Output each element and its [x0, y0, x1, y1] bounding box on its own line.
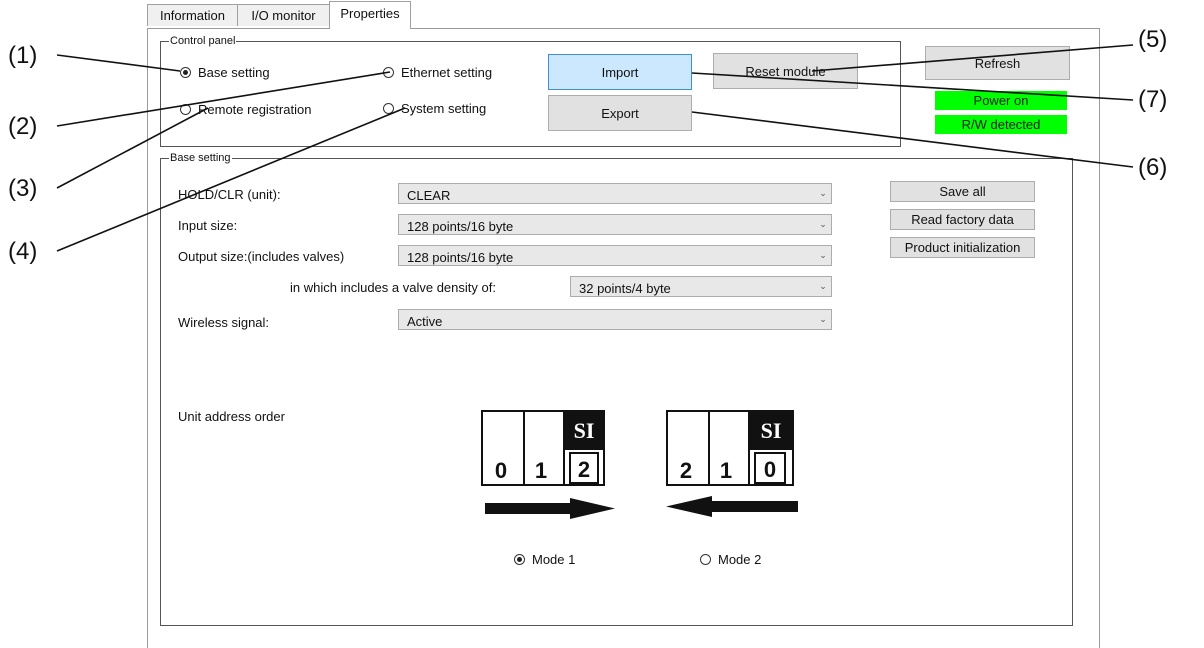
- callout-3: (3): [8, 175, 38, 202]
- callout-leader-lines: [56, 44, 1134, 252]
- callout-1: (1): [8, 42, 38, 69]
- callout-5: (5): [1138, 26, 1168, 53]
- radio-label: Mode 1: [532, 552, 576, 567]
- callout-2: (2): [8, 113, 38, 140]
- radio-mode-2[interactable]: Mode 2: [700, 552, 761, 567]
- right-arrow-icon: [485, 498, 615, 519]
- radio-unselected-icon: [700, 554, 711, 565]
- callout-6: (6): [1138, 154, 1168, 181]
- radio-label: Mode 2: [718, 552, 762, 567]
- radio-selected-icon: [514, 554, 525, 565]
- annotation-overlay: [56, 44, 1134, 519]
- radio-mode-1[interactable]: Mode 1: [514, 552, 575, 567]
- callout-4: (4): [8, 238, 38, 265]
- tab-properties[interactable]: Properties: [329, 1, 411, 29]
- callout-7: (7): [1138, 86, 1168, 113]
- left-arrow-icon: [666, 496, 798, 517]
